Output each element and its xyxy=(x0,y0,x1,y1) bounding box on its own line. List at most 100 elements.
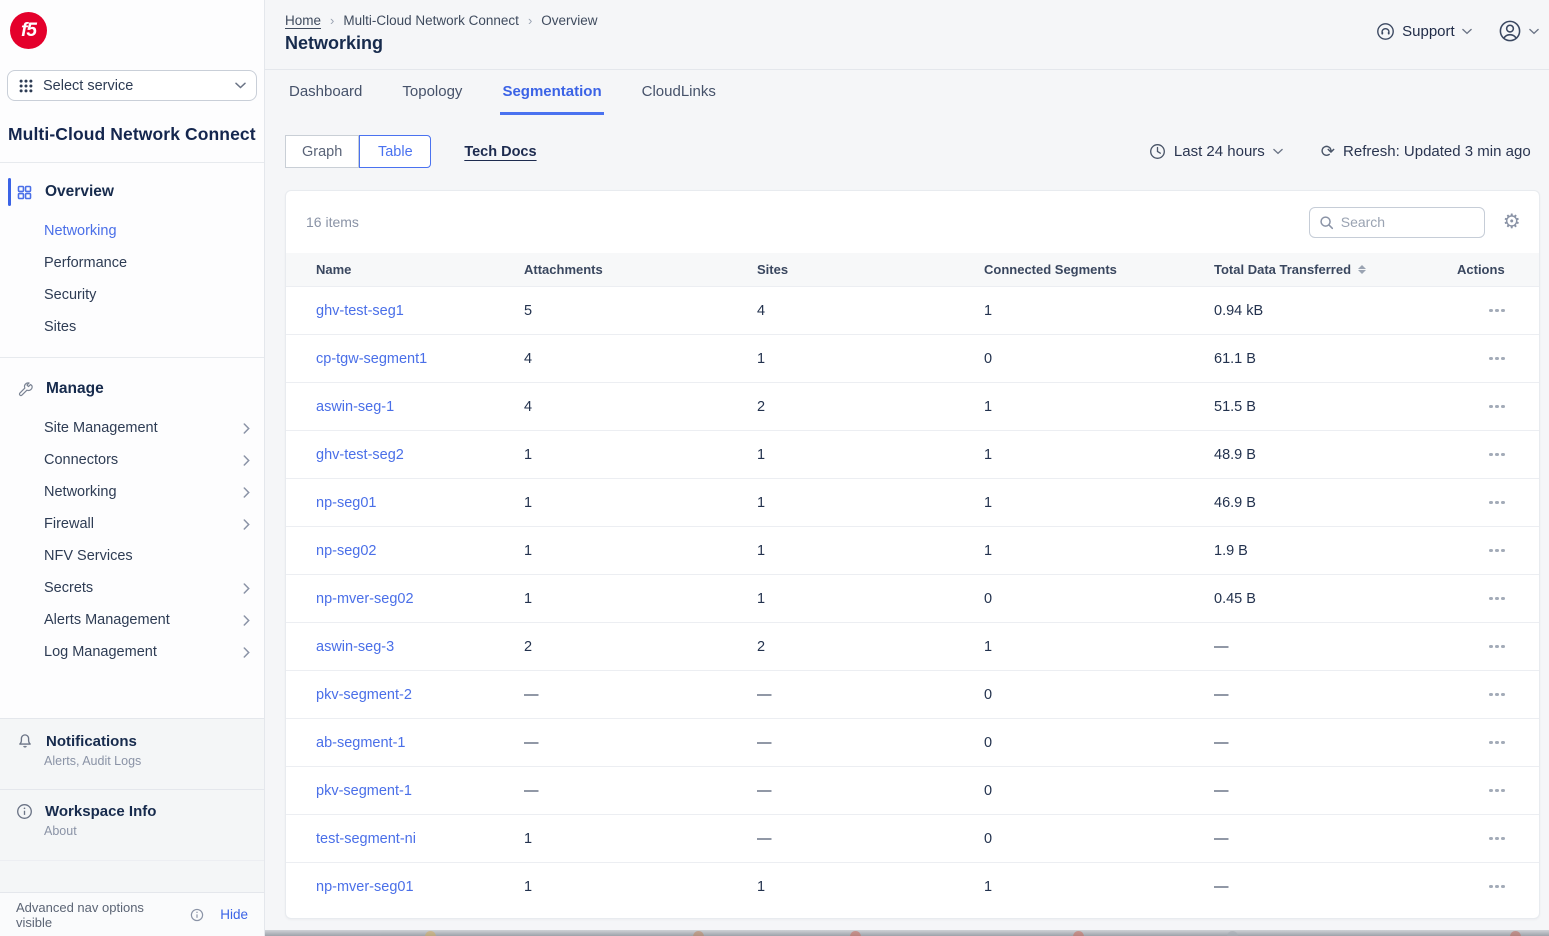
tab-label: Topology xyxy=(402,83,462,100)
connected-segments-cell: 1 xyxy=(984,543,1214,559)
sort-icon[interactable] xyxy=(1358,265,1366,274)
sidebar-item[interactable]: Log Management xyxy=(0,636,264,668)
segment-name-link[interactable]: pkv-segment-2 xyxy=(316,687,412,703)
segment-name-link[interactable]: ab-segment-1 xyxy=(316,735,405,751)
sidebar-item[interactable]: Performance xyxy=(0,247,264,279)
table-row[interactable]: aswin-seg-1 4 2 1 51.5 B xyxy=(286,382,1539,430)
column-header-name[interactable]: Name xyxy=(316,262,524,277)
breadcrumb-title-block: Home › Multi-Cloud Network Connect › Ove… xyxy=(285,13,598,54)
row-actions-ellipsis-button[interactable] xyxy=(1485,879,1509,895)
sidebar-section-overview[interactable]: Overview xyxy=(0,177,264,207)
segment-name-link[interactable]: aswin-seg-3 xyxy=(316,639,394,655)
row-actions-ellipsis-button[interactable] xyxy=(1485,831,1509,847)
breadcrumb-home-link[interactable]: Home xyxy=(285,13,321,28)
select-service-label: Select service xyxy=(43,78,226,94)
row-actions-ellipsis-button[interactable] xyxy=(1485,687,1509,703)
tab[interactable]: Dashboard xyxy=(287,70,364,115)
f5-logo[interactable]: f5 xyxy=(10,12,47,49)
select-service-dropdown[interactable]: Select service xyxy=(7,70,257,101)
column-header-sites[interactable]: Sites xyxy=(757,262,984,277)
sidebar-item[interactable]: Alerts Management xyxy=(0,604,264,636)
row-actions-ellipsis-button[interactable] xyxy=(1485,303,1509,319)
tab[interactable]: Topology xyxy=(400,70,464,115)
page-header: Home › Multi-Cloud Network Connect › Ove… xyxy=(265,0,1549,70)
sidebar-item-workspace-info[interactable]: Workspace Info About xyxy=(0,789,264,860)
table-settings-gear-icon[interactable]: ⚙ xyxy=(1503,212,1521,232)
column-header-connected-segments[interactable]: Connected Segments xyxy=(984,262,1214,277)
column-header-attachments[interactable]: Attachments xyxy=(524,262,757,277)
table-header-row: Name Attachments Sites Connected Segment… xyxy=(286,253,1539,286)
wrench-icon xyxy=(17,381,34,398)
tab-label: Segmentation xyxy=(502,83,601,100)
search-input[interactable] xyxy=(1341,214,1475,230)
breadcrumb-overview[interactable]: Overview xyxy=(541,13,597,28)
sites-cell: 4 xyxy=(757,303,984,319)
sidebar-item[interactable]: Secrets xyxy=(0,572,264,604)
attachments-cell: 1 xyxy=(524,447,757,463)
view-toggle-button[interactable]: Table xyxy=(359,135,431,168)
name-cell: np-seg01 xyxy=(316,495,524,511)
sidebar-item-notifications[interactable]: Notifications Alerts, Audit Logs xyxy=(0,718,264,789)
segment-name-link[interactable]: test-segment-ni xyxy=(316,831,416,847)
table-row[interactable]: ghv-test-seg2 1 1 1 48.9 B xyxy=(286,430,1539,478)
table-row[interactable]: np-mver-seg01 1 1 1 — xyxy=(286,862,1539,910)
time-range-dropdown[interactable]: Last 24 hours xyxy=(1149,143,1283,160)
sidebar-item[interactable]: NFV Services xyxy=(0,540,264,572)
row-actions-ellipsis-button[interactable] xyxy=(1485,543,1509,559)
segment-name-link[interactable]: aswin-seg-1 xyxy=(316,399,394,415)
refresh-button[interactable]: ⟳ Refresh: Updated 3 min ago xyxy=(1321,143,1531,160)
sidebar-item[interactable]: Security xyxy=(0,279,264,311)
segment-name-link[interactable]: ghv-test-seg1 xyxy=(316,303,404,319)
segment-name-link[interactable]: ghv-test-seg2 xyxy=(316,447,404,463)
tab[interactable]: Segmentation xyxy=(500,70,603,115)
sidebar-item[interactable]: Firewall xyxy=(0,508,264,540)
breadcrumb-mcnc[interactable]: Multi-Cloud Network Connect xyxy=(343,13,519,28)
sidebar-item[interactable]: Sites xyxy=(0,311,264,343)
attachments-cell: 5 xyxy=(524,303,757,319)
support-menu-button[interactable]: Support xyxy=(1376,22,1472,41)
table-row[interactable]: np-mver-seg02 1 1 0 0.45 B xyxy=(286,574,1539,622)
sidebar-item-label: Alerts Management xyxy=(44,612,243,628)
row-actions-ellipsis-button[interactable] xyxy=(1485,399,1509,415)
segments-table-card: 16 items ⚙ Name Attachments xyxy=(285,190,1540,919)
row-actions-ellipsis-button[interactable] xyxy=(1485,447,1509,463)
sidebar-item[interactable]: Networking xyxy=(0,476,264,508)
row-actions-ellipsis-button[interactable] xyxy=(1485,783,1509,799)
table-row[interactable]: pkv-segment-2 — — 0 — xyxy=(286,670,1539,718)
table-row[interactable]: test-segment-ni 1 — 0 — xyxy=(286,814,1539,862)
actions-cell xyxy=(1457,639,1539,655)
logo-container: f5 xyxy=(0,0,264,50)
column-header-total-data[interactable]: Total Data Transferred xyxy=(1214,262,1457,277)
sidebar-item[interactable]: Site Management xyxy=(0,412,264,444)
below-fold-content-sliver xyxy=(265,930,1549,936)
table-row[interactable]: cp-tgw-segment1 4 1 0 61.1 B xyxy=(286,334,1539,382)
sidebar-item[interactable]: Networking xyxy=(0,215,264,247)
segment-name-link[interactable]: np-mver-seg01 xyxy=(316,879,414,895)
tab[interactable]: CloudLinks xyxy=(640,70,718,115)
segment-name-link[interactable]: pkv-segment-1 xyxy=(316,783,412,799)
table-row[interactable]: aswin-seg-3 2 2 1 — xyxy=(286,622,1539,670)
table-row[interactable]: ghv-test-seg1 5 4 1 0.94 kB xyxy=(286,286,1539,334)
segment-name-link[interactable]: np-seg02 xyxy=(316,543,376,559)
sidebar-item-label: Networking xyxy=(44,484,243,500)
hide-advanced-nav-link[interactable]: Hide xyxy=(220,907,248,922)
row-actions-ellipsis-button[interactable] xyxy=(1485,495,1509,511)
sites-cell: 1 xyxy=(757,351,984,367)
table-row[interactable]: pkv-segment-1 — — 0 — xyxy=(286,766,1539,814)
row-actions-ellipsis-button[interactable] xyxy=(1485,639,1509,655)
row-actions-ellipsis-button[interactable] xyxy=(1485,351,1509,367)
sidebar-section-manage[interactable]: Manage xyxy=(0,374,264,404)
segment-name-link[interactable]: np-mver-seg02 xyxy=(316,591,414,607)
table-row[interactable]: np-seg01 1 1 1 46.9 B xyxy=(286,478,1539,526)
tech-docs-link[interactable]: Tech Docs xyxy=(464,144,536,160)
search-box[interactable] xyxy=(1309,207,1485,238)
sidebar-item[interactable]: Connectors xyxy=(0,444,264,476)
table-row[interactable]: ab-segment-1 — — 0 — xyxy=(286,718,1539,766)
segment-name-link[interactable]: np-seg01 xyxy=(316,495,376,511)
segment-name-link[interactable]: cp-tgw-segment1 xyxy=(316,351,427,367)
view-toggle-button[interactable]: Graph xyxy=(285,135,359,168)
row-actions-ellipsis-button[interactable] xyxy=(1485,735,1509,751)
account-menu-button[interactable] xyxy=(1498,19,1539,43)
table-row[interactable]: np-seg02 1 1 1 1.9 B xyxy=(286,526,1539,574)
row-actions-ellipsis-button[interactable] xyxy=(1485,591,1509,607)
